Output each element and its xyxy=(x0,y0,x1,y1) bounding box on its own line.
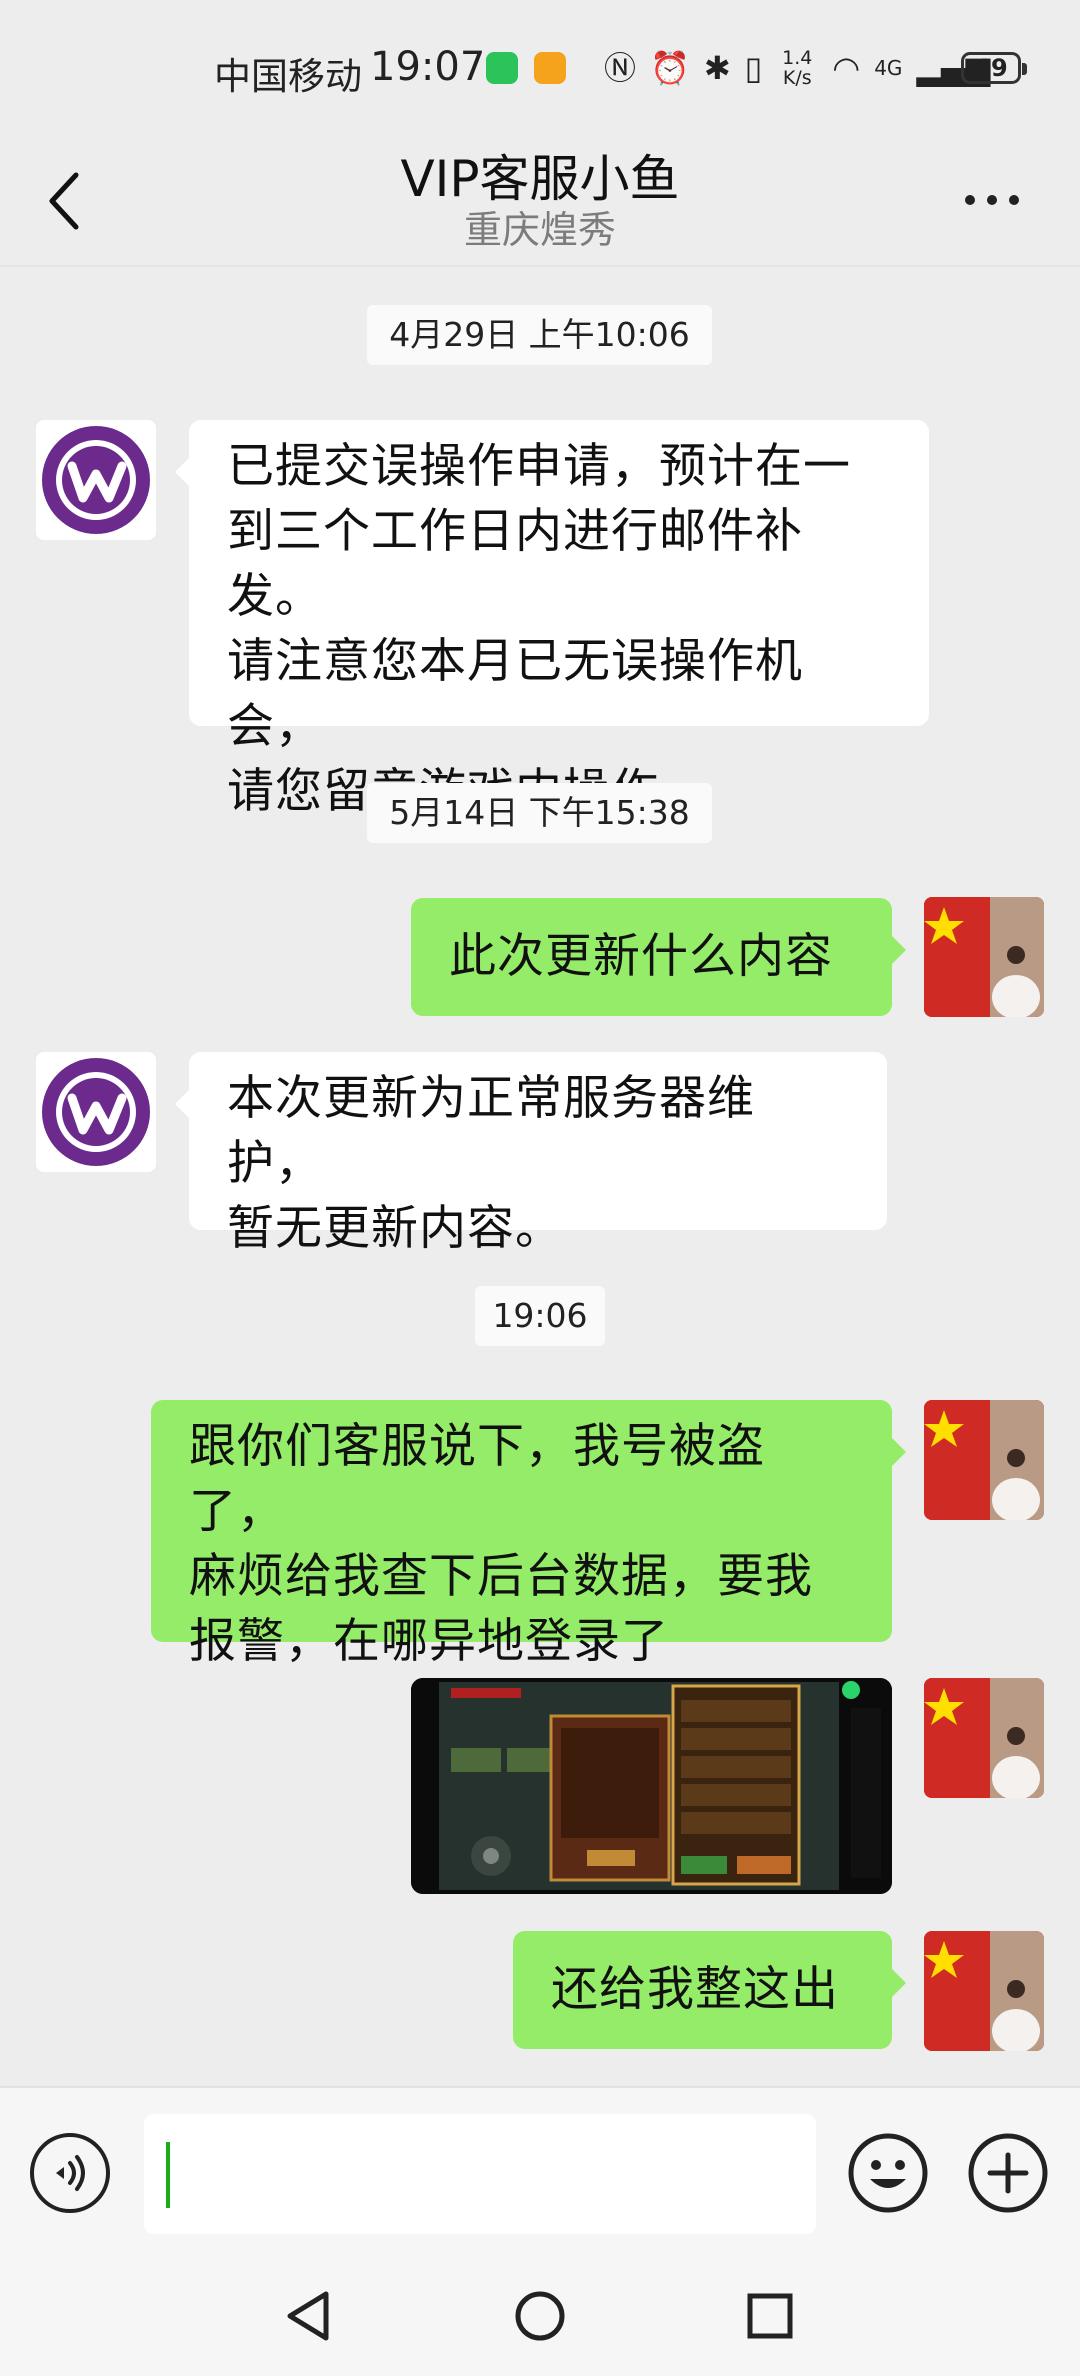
network-speed-value: 1.4 xyxy=(782,47,813,69)
message-line: 已提交误操作申请，预计在一 xyxy=(227,439,851,494)
message-line: 请注意您本月已无误操作机会， xyxy=(227,634,803,754)
user-avatar[interactable] xyxy=(924,897,1044,1017)
dot-icon xyxy=(965,195,975,205)
message-line: 报警，在哪异地登录了 xyxy=(189,1614,669,1669)
network-speed: 1.4 K/s xyxy=(776,48,818,88)
emoji-button[interactable] xyxy=(846,2131,930,2215)
input-bar xyxy=(0,2086,1080,2258)
plus-icon xyxy=(968,2133,1048,2213)
circle-home-icon xyxy=(515,2291,565,2341)
more-options-button[interactable] xyxy=(965,185,1025,215)
timestamp: 19:06 xyxy=(475,1286,605,1346)
user-avatar-image xyxy=(924,1400,1044,1520)
incoming-message[interactable]: 本次更新为正常服务器维护， 暂无更新内容。 xyxy=(175,1052,887,1256)
game-screenshot-thumbnail xyxy=(411,1678,892,1894)
wifi-icon: ◠ xyxy=(832,49,861,87)
chat-header: VIP客服小鱼 重庆煌秀 xyxy=(0,135,1080,265)
network-type: 4G xyxy=(874,56,903,80)
incoming-message[interactable]: 已提交误操作申请，预计在一 到三个工作日内进行邮件补发。 请注意您本月已无误操作… xyxy=(175,420,929,819)
message-line: 跟你们客服说下，我号被盗了， xyxy=(189,1419,765,1539)
user-avatar[interactable] xyxy=(924,1931,1044,2051)
timestamp: 4月29日 上午10:06 xyxy=(367,305,712,365)
message-line: 麻烦给我查下后台数据，要我 xyxy=(189,1549,813,1604)
nav-home-button[interactable] xyxy=(510,2286,570,2346)
nfc-icon: Ⓝ xyxy=(604,49,637,87)
vibrate-icon: ▯ xyxy=(744,49,763,87)
nav-recents-button[interactable] xyxy=(740,2286,800,2346)
emoji-icon xyxy=(848,2133,928,2213)
app-notification-icon xyxy=(534,52,566,84)
chat-subtitle: 重庆煌秀 xyxy=(463,208,616,252)
service-logo-icon xyxy=(42,1058,150,1166)
message-line: 到三个工作日内进行邮件补发。 xyxy=(227,504,803,624)
status-bar: 中国移动 19:07 Ⓝ ⏰ ✱ ▯ 1.4 K/s ◠ 4G ▂▄▆ 49 xyxy=(0,0,1080,135)
network-speed-unit: K/s xyxy=(782,67,812,89)
voice-icon xyxy=(56,2155,85,2191)
user-avatar-image xyxy=(924,1678,1044,1798)
outgoing-message[interactable]: 还给我整这出 xyxy=(513,1931,906,2049)
voice-input-button[interactable] xyxy=(30,2133,110,2213)
header-divider xyxy=(0,265,1080,267)
timestamp: 5月14日 下午15:38 xyxy=(367,783,712,843)
service-logo-icon xyxy=(42,426,150,534)
message-line: 还给我整这出 xyxy=(551,1962,839,2017)
message-input[interactable] xyxy=(144,2114,816,2234)
service-avatar[interactable] xyxy=(36,420,156,540)
outgoing-message[interactable]: 此次更新什么内容 xyxy=(411,898,906,1016)
triangle-back-icon xyxy=(287,2291,329,2341)
more-functions-button[interactable] xyxy=(966,2131,1050,2215)
user-avatar[interactable] xyxy=(924,1400,1044,1520)
square-recents-icon xyxy=(747,2293,793,2339)
user-avatar[interactable] xyxy=(924,1678,1044,1798)
status-time: 19:07 xyxy=(370,44,486,90)
message-line: 本次更新为正常服务器维护， xyxy=(227,1071,755,1191)
image-message[interactable] xyxy=(411,1678,892,1894)
wechat-notification-icon xyxy=(486,52,518,84)
battery-icon: 49 xyxy=(961,52,1027,84)
service-avatar[interactable] xyxy=(36,1052,156,1172)
nav-back-button[interactable] xyxy=(278,2286,338,2346)
text-caret xyxy=(166,2142,170,2208)
message-line: 此次更新什么内容 xyxy=(449,929,833,984)
dot-icon xyxy=(1009,195,1019,205)
user-avatar-image xyxy=(924,1931,1044,2051)
message-line: 暂无更新内容。 xyxy=(227,1201,563,1256)
system-navigation-bar xyxy=(0,2256,1080,2376)
bluetooth-icon: ✱ xyxy=(703,49,731,87)
alarm-icon: ⏰ xyxy=(650,49,690,87)
outgoing-message[interactable]: 跟你们客服说下，我号被盗了， 麻烦给我查下后台数据，要我 报警，在哪异地登录了 xyxy=(151,1400,906,1669)
dot-icon xyxy=(987,195,997,205)
system-icons: Ⓝ ⏰ ✱ ▯ 1.4 K/s ◠ 4G ▂▄▆ xyxy=(604,48,990,88)
carrier-name: 中国移动 xyxy=(214,55,362,98)
user-avatar-image xyxy=(924,897,1044,1017)
